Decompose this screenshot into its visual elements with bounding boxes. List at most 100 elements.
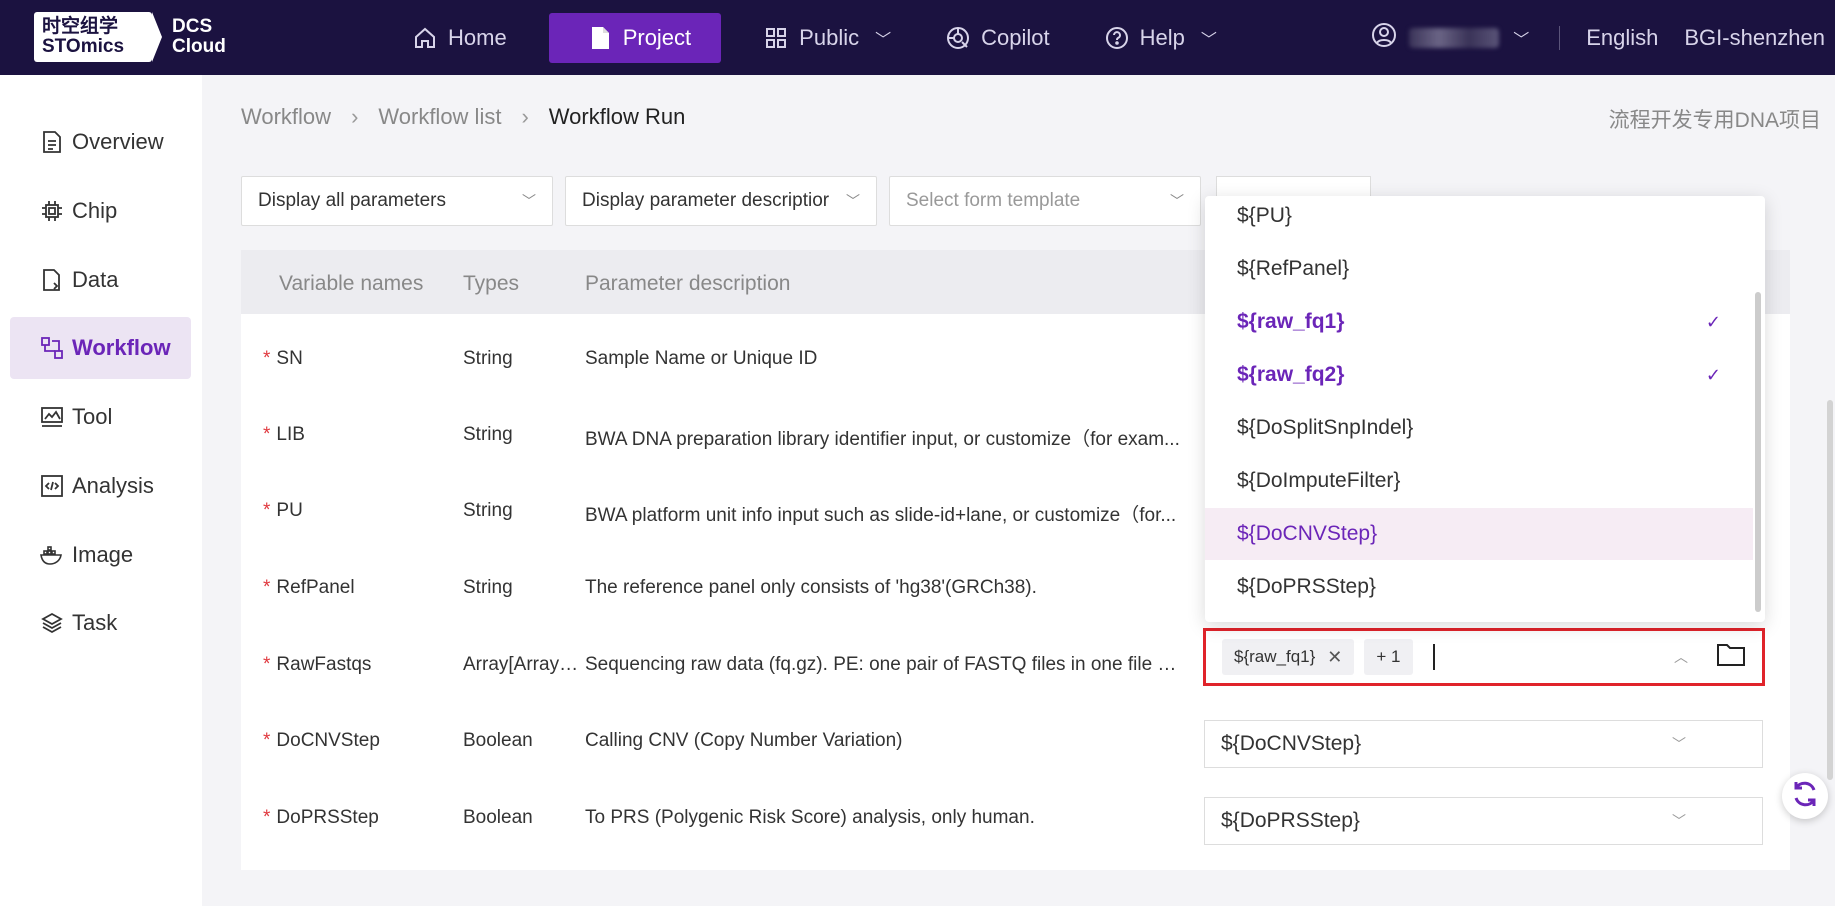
variable-type: String: [463, 348, 513, 369]
nav-copilot-label: Copilot: [981, 25, 1050, 50]
doprsstep-select[interactable]: ${DoPRSStep} ﹀: [1204, 797, 1763, 845]
sidebar-item-analysis[interactable]: Analysis: [10, 455, 191, 517]
dropdown-option[interactable]: ${PU}: [1205, 196, 1753, 242]
username-redacted: [1409, 28, 1500, 48]
nav-project-label: Project: [622, 25, 692, 50]
nav-home[interactable]: Home: [400, 13, 519, 63]
page-scrollbar[interactable]: [1827, 400, 1833, 780]
sidebar-item-chip[interactable]: Chip: [10, 180, 191, 242]
breadcrumb-workflow-list[interactable]: Workflow list: [378, 104, 501, 130]
document-icon: [587, 25, 613, 51]
chevron-down-icon: ﹀: [1200, 32, 1217, 49]
logo[interactable]: 时空组学 STOmics DCS Cloud: [34, 12, 226, 62]
sidebar-item-data[interactable]: Data: [10, 249, 191, 311]
grid-icon: [763, 25, 789, 51]
chevron-down-icon: ﹀: [1170, 193, 1184, 209]
logo-dcs-line1: DCS: [172, 16, 213, 37]
nav-public-label: Public: [799, 25, 860, 50]
nav-copilot[interactable]: Copilot: [933, 13, 1061, 63]
selected-tag: ${raw_fq1} ✕: [1222, 639, 1355, 675]
docnvstep-select[interactable]: ${DoCNVStep} ﹀: [1204, 720, 1763, 768]
dropdown-option[interactable]: ${RefPanel}: [1205, 243, 1753, 295]
data-icon: [40, 268, 64, 292]
select-value: Display all parameters: [258, 190, 446, 211]
sidebar-item-overview[interactable]: Overview: [10, 111, 191, 173]
chevron-down-icon: ﹀: [1672, 813, 1686, 829]
header-parameter-description: Parameter description: [585, 272, 791, 295]
chevron-down-icon: ﹀: [1672, 736, 1686, 752]
folder-icon[interactable]: [1716, 641, 1746, 673]
nav-help[interactable]: Help ﹀: [1092, 13, 1229, 63]
logo-text-stomics: STOmics: [42, 36, 125, 57]
language-switch[interactable]: English: [1586, 25, 1658, 51]
variable-type: String: [463, 577, 513, 598]
select-placeholder: Select form template: [906, 190, 1081, 211]
variable-description: Sample Name or Unique ID: [585, 348, 818, 369]
sidebar-item-tool[interactable]: Tool: [10, 386, 191, 448]
variable-name-text: DoPRSStep: [276, 807, 379, 828]
chevron-down-icon: ﹀: [522, 193, 536, 209]
logo-text-cn: 时空组学: [42, 16, 119, 37]
sidebar-item-label: Data: [72, 267, 119, 292]
breadcrumb: Workflow › Workflow list › Workflow Run: [241, 104, 685, 130]
nav-help-label: Help: [1139, 25, 1185, 50]
variable-description: Sequencing raw data (fq.gz). PE: one pai…: [585, 654, 1181, 675]
top-right-area: ﹀ English BGI-shenzhen: [1371, 13, 1825, 63]
user-menu[interactable]: ﹀: [1371, 22, 1529, 54]
refresh-button[interactable]: [1782, 773, 1828, 819]
dropdown-scrollbar[interactable]: [1755, 292, 1761, 612]
dropdown-option[interactable]: ${DoCNVStep}: [1205, 508, 1753, 560]
home-icon: [412, 25, 438, 51]
sidebar-item-image[interactable]: Image: [10, 524, 191, 586]
option-label: ${DoImputeFilter}: [1237, 469, 1401, 492]
value-dropdown-menu: ${PU} ${RefPanel} ${raw_fq1} ✓ ${raw_fq2}…: [1205, 196, 1765, 622]
sidebar-item-label: Overview: [72, 129, 164, 154]
logo-dcs: DCS Cloud: [172, 17, 226, 57]
variable-description: BWA DNA preparation library identifier i…: [585, 429, 1180, 450]
variable-type: Boolean: [463, 807, 533, 828]
option-label: ${raw_fq2}: [1237, 363, 1345, 386]
chevron-up-icon[interactable]: ︿: [1674, 647, 1688, 667]
breadcrumb-current: Workflow Run: [548, 104, 686, 129]
option-label: ${PU}: [1237, 204, 1292, 227]
display-desc-select[interactable]: Display parameter descriptior ﹀: [565, 176, 877, 226]
variable-name-text: RefPanel: [276, 577, 355, 598]
refresh-icon: [1790, 779, 1820, 814]
dropdown-option[interactable]: ${DoSplitSnpIndel}: [1205, 402, 1753, 454]
dropdown-option[interactable]: ${raw_fq2} ✓: [1205, 349, 1753, 401]
help-icon: [1104, 25, 1130, 51]
sidebar-item-label: Image: [72, 542, 134, 567]
table-row: * RawFastqs Array[Array[F... Sequencing r…: [241, 627, 1790, 708]
sidebar-item-label: Chip: [72, 198, 118, 223]
variable-description: BWA platform unit info input such as sli…: [585, 505, 1177, 526]
sidebar-item-label: Workflow: [72, 335, 171, 360]
close-icon[interactable]: ✕: [1327, 647, 1342, 668]
nav-project[interactable]: Project: [548, 13, 722, 63]
form-template-select[interactable]: Select form template ﹀: [889, 176, 1201, 226]
document-icon: [40, 130, 64, 154]
org-name[interactable]: BGI-shenzhen: [1684, 25, 1825, 51]
sidebar-item-task[interactable]: Task: [10, 592, 191, 654]
sidebar-item-label: Task: [72, 610, 118, 635]
variable-name-text: PU: [276, 500, 303, 521]
variable-name: * RawFastqs: [263, 654, 372, 675]
dropdown-option[interactable]: ${raw_fq1} ✓: [1205, 296, 1753, 348]
text-cursor: [1432, 644, 1435, 670]
more-tag[interactable]: + 1: [1364, 639, 1413, 675]
chip-icon: [40, 199, 64, 223]
variable-name: * PU: [263, 500, 303, 521]
option-label: ${raw_fq1}: [1237, 310, 1345, 333]
logo-dcs-line2: Cloud: [172, 36, 226, 57]
dropdown-option[interactable]: ${DoPRSStep}: [1205, 561, 1753, 613]
dropdown-option[interactable]: ${DoImputeFilter}: [1205, 455, 1753, 507]
header-variable-names: Variable names: [279, 272, 424, 295]
variable-name-text: RawFastqs: [276, 654, 372, 675]
project-name: 流程开发专用DNA项目: [1608, 109, 1821, 132]
nav-public[interactable]: Public ﹀: [751, 13, 903, 63]
breadcrumb-workflow[interactable]: Workflow: [241, 104, 331, 130]
sidebar-item-workflow[interactable]: Workflow: [10, 317, 191, 379]
divider: [1559, 26, 1561, 50]
display-params-select[interactable]: Display all parameters ﹀: [241, 176, 553, 226]
rawfastqs-multiselect[interactable]: ${raw_fq1} ✕ + 1 ︿: [1202, 627, 1766, 687]
select-value: Display parameter descriptior: [582, 190, 830, 211]
